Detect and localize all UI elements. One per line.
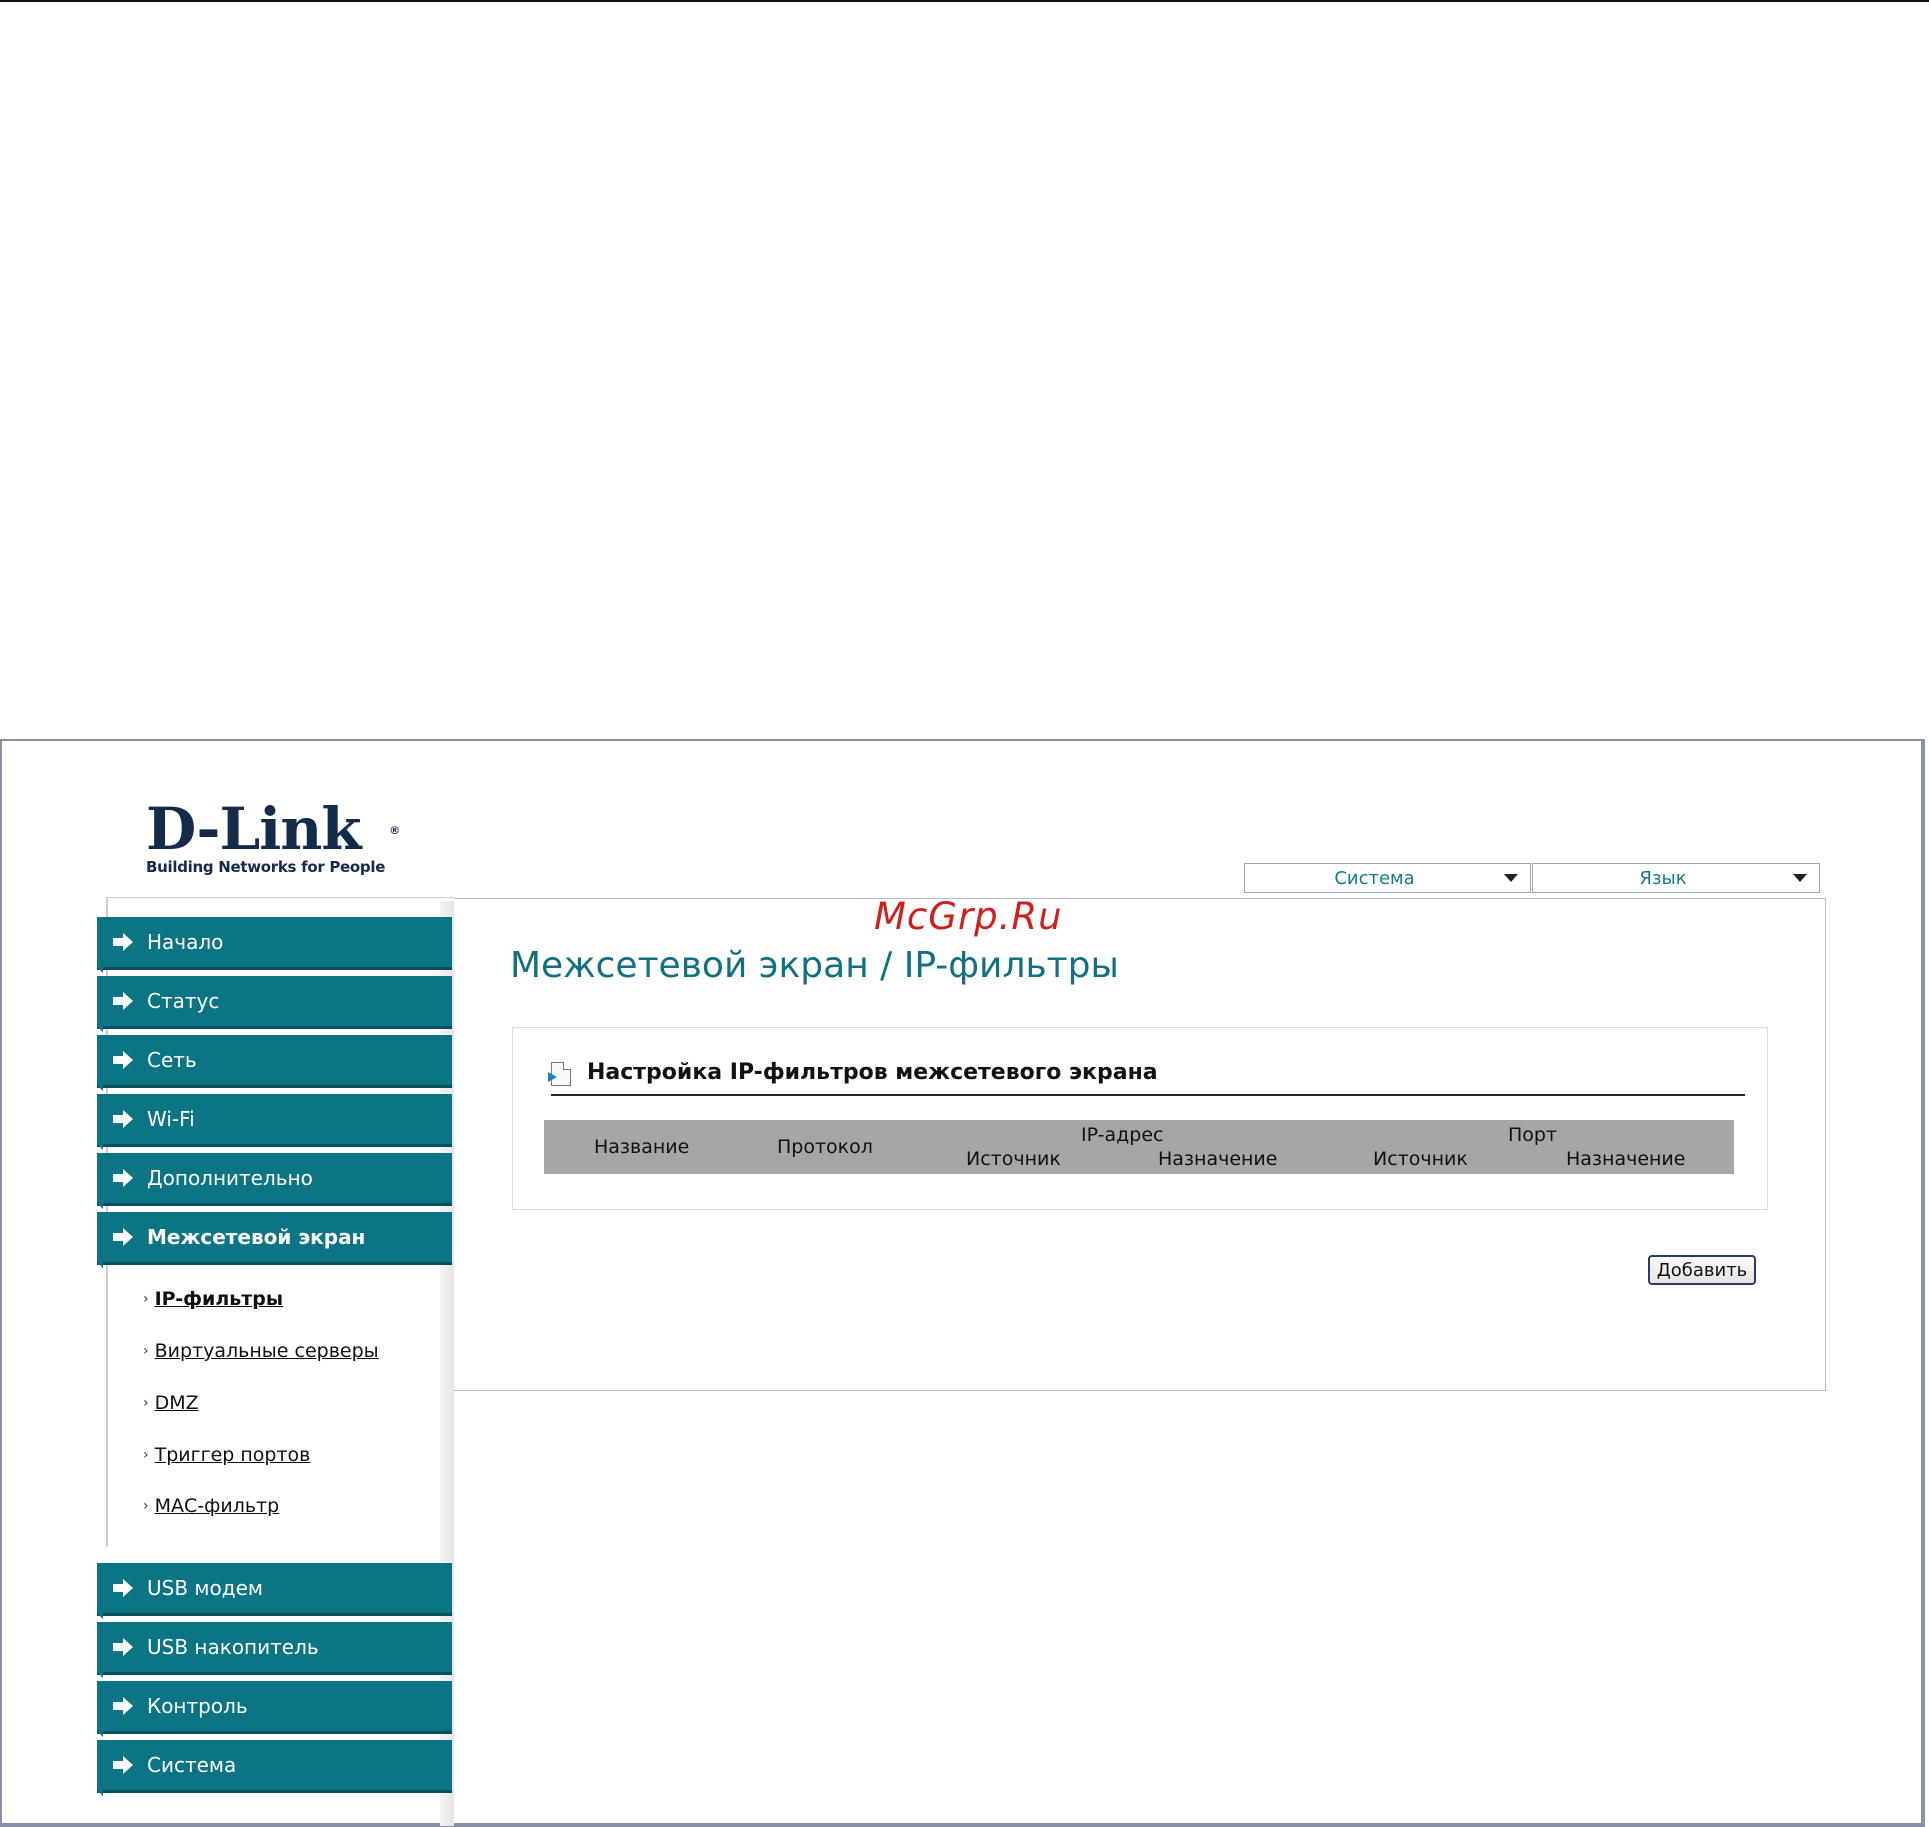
sub-item-port-trigger[interactable]: › Триггер портов xyxy=(143,1444,310,1466)
nav-item-label: Сеть xyxy=(147,1048,197,1072)
arrow-right-icon xyxy=(113,990,135,1012)
col-protocol: Протокол xyxy=(777,1136,873,1158)
nav-item-label: Wi-Fi xyxy=(147,1107,195,1131)
nav-item-firewall[interactable]: Межсетевой экран xyxy=(97,1212,452,1268)
nav-item-system[interactable]: Система xyxy=(97,1740,452,1796)
sub-item-dmz[interactable]: › DMZ xyxy=(143,1392,199,1414)
chevron-down-icon xyxy=(1504,874,1518,882)
arrow-right-icon xyxy=(113,1167,135,1189)
filters-table-header: Название Протокол IP-адрес Источник Назн… xyxy=(544,1120,1734,1174)
browser-frame: D-Link ® Building Networks for People Сис… xyxy=(0,739,1925,1827)
nav-item-label: Межсетевой экран xyxy=(147,1225,366,1249)
nav-item-label: Дополнительно xyxy=(147,1166,313,1190)
nav-item-label: USB модем xyxy=(147,1576,263,1600)
ip-filters-panel: Настройка IP-фильтров межсетевого экрана… xyxy=(512,1027,1768,1210)
arrow-right-icon xyxy=(113,1754,135,1776)
nav-top-divider xyxy=(106,897,454,898)
panel-title: Настройка IP-фильтров межсетевого экрана xyxy=(587,1060,1158,1085)
nav-item-label: Статус xyxy=(147,989,220,1013)
nav-item-home[interactable]: Начало xyxy=(97,917,452,973)
dlink-logo: D-Link ® Building Networks for People xyxy=(146,795,400,876)
arrow-right-icon xyxy=(113,1577,135,1599)
system-menu-label: Система xyxy=(1334,867,1415,889)
col-ip-address: IP-адрес xyxy=(1081,1124,1164,1146)
sub-item-ip-filters[interactable]: › IP-фильтры xyxy=(143,1288,283,1310)
page-title: Межсетевой экран / IP-фильтры xyxy=(510,945,1119,986)
chevron-down-icon xyxy=(1793,874,1807,882)
bullet-icon: › xyxy=(143,1447,149,1463)
language-select[interactable]: Язык xyxy=(1532,863,1820,893)
nav-item-network[interactable]: Сеть xyxy=(97,1035,452,1091)
arrow-right-icon xyxy=(113,1695,135,1717)
bullet-icon: › xyxy=(143,1395,149,1411)
nav-item-usb-storage[interactable]: USB накопитель xyxy=(97,1622,452,1678)
panel-header: Настройка IP-фильтров межсетевого экрана xyxy=(548,1060,1745,1096)
bullet-icon: › xyxy=(143,1343,149,1359)
bullet-icon: › xyxy=(143,1498,149,1514)
arrow-right-icon xyxy=(113,931,135,953)
col-port-source: Источник xyxy=(1373,1148,1468,1170)
document-arrow-icon xyxy=(548,1062,571,1086)
nav-item-label: Начало xyxy=(147,930,224,954)
nav-item-usb-modem[interactable]: USB модем xyxy=(97,1563,452,1619)
add-button[interactable]: Добавить xyxy=(1648,1255,1756,1285)
bullet-icon: › xyxy=(143,1291,149,1307)
sub-item-virtual-servers[interactable]: › Виртуальные серверы xyxy=(143,1340,379,1362)
col-name: Название xyxy=(594,1136,690,1158)
nav-item-status[interactable]: Статус xyxy=(97,976,452,1032)
arrow-right-icon xyxy=(113,1226,135,1248)
nav-item-control[interactable]: Контроль xyxy=(97,1681,452,1737)
watermark: McGrp.Ru xyxy=(874,895,1063,938)
sub-item-mac-filter[interactable]: › МАС-фильтр xyxy=(143,1495,279,1517)
sub-item-label: МАС-фильтр xyxy=(154,1495,280,1517)
sub-item-label: Триггер портов xyxy=(154,1444,311,1466)
nav-item-wifi[interactable]: Wi-Fi xyxy=(97,1094,452,1150)
nav-item-label: Система xyxy=(147,1753,237,1777)
col-ip-source: Источник xyxy=(966,1148,1061,1170)
col-ip-destination: Назначение xyxy=(1158,1148,1278,1170)
sub-item-label: DMZ xyxy=(154,1392,199,1414)
nav-item-advanced[interactable]: Дополнительно xyxy=(97,1153,452,1209)
sub-item-label: Виртуальные серверы xyxy=(154,1340,379,1362)
top-rule xyxy=(0,0,1929,2)
arrow-right-icon xyxy=(113,1049,135,1071)
col-port-destination: Назначение xyxy=(1566,1148,1686,1170)
col-port: Порт xyxy=(1508,1124,1558,1146)
nav-item-label: USB накопитель xyxy=(147,1635,319,1659)
sub-item-label: IP-фильтры xyxy=(154,1288,284,1310)
arrow-right-icon xyxy=(113,1636,135,1658)
logo-wordmark: D-Link ® xyxy=(146,795,400,863)
arrow-right-icon xyxy=(113,1108,135,1130)
nav-item-label: Контроль xyxy=(147,1694,248,1718)
language-label: Язык xyxy=(1639,867,1687,889)
system-menu-select[interactable]: Система xyxy=(1244,863,1531,893)
